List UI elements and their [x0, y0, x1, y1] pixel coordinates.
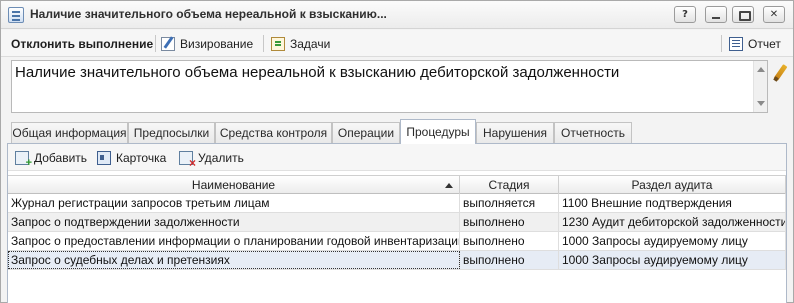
table-row[interactable]: Журнал регистрации запросов третьим лица…: [8, 194, 786, 213]
report-button[interactable]: Отчет: [729, 34, 781, 53]
cell-section: 1100 Внешние подтверждения: [559, 194, 786, 212]
tab-procedures[interactable]: Процедуры: [400, 119, 476, 144]
reject-execution-button[interactable]: Отклонить выполнение: [11, 34, 153, 53]
cell-name: Запрос о судебных делах и претензиях: [8, 251, 460, 269]
cell-name: Запрос о подтверждении задолженности: [8, 213, 460, 231]
delete-row-icon: [179, 151, 196, 170]
card-label: Карточка: [116, 151, 167, 165]
window-title: Наличие значительного объема нереальной …: [30, 7, 387, 21]
main-toolbar: Отклонить выполнение Визирование Задачи …: [1, 30, 793, 57]
reject-execution-label: Отклонить выполнение: [11, 36, 154, 51]
app-icon: [8, 7, 24, 23]
toolbar-separator: [721, 35, 722, 52]
scroll-down-icon[interactable]: [757, 101, 765, 106]
memo-scrollbar[interactable]: [753, 61, 767, 112]
cell-stage: выполнено: [460, 213, 559, 231]
procedures-panel: Добавить Карточка Удалить Наименование С…: [7, 144, 787, 303]
column-header-section[interactable]: Раздел аудита: [559, 176, 786, 194]
help-button[interactable]: ?: [674, 6, 696, 23]
tab-controls[interactable]: Средства контроля: [215, 122, 332, 143]
tasks-label: Задачи: [290, 36, 331, 51]
card-icon: [97, 151, 111, 165]
tab-operations[interactable]: Операции: [332, 122, 400, 143]
sort-ascending-icon: [445, 183, 453, 188]
memo-text: Наличие значительного объема нереальной …: [15, 64, 620, 81]
cell-stage: выполняется: [460, 194, 559, 212]
toolbar-separator: [155, 35, 156, 52]
maximize-button[interactable]: [732, 6, 754, 23]
delete-button[interactable]: Удалить: [179, 149, 244, 170]
minimize-button[interactable]: [705, 6, 727, 23]
visa-label: Визирование: [180, 36, 254, 51]
tab-reporting[interactable]: Отчетность: [554, 122, 632, 143]
column-header-stage[interactable]: Стадия: [460, 176, 559, 194]
dialog-window: Наличие значительного объема нереальной …: [0, 0, 794, 303]
toolbar-separator: [263, 35, 264, 52]
tab-prerequisites[interactable]: Предпосылки: [128, 122, 215, 143]
report-label: Отчет: [748, 36, 781, 51]
cell-stage: выполнено: [460, 251, 559, 269]
grid-toolbar: Добавить Карточка Удалить: [8, 144, 786, 171]
edit-pencil-icon[interactable]: [771, 64, 789, 82]
cell-name: Запрос о предоставлении информации о пла…: [8, 232, 460, 250]
cell-section: 1000 Запросы аудируемому лицу: [559, 251, 786, 269]
name-memo-field[interactable]: Наличие значительного объема нереальной …: [11, 60, 768, 113]
tab-bar: Общая информация Предпосылки Средства ко…: [1, 119, 793, 144]
scroll-up-icon[interactable]: [757, 67, 765, 72]
title-bar[interactable]: Наличие значительного объема нереальной …: [1, 1, 793, 29]
add-label: Добавить: [34, 151, 88, 165]
report-icon: [729, 36, 743, 51]
visa-button[interactable]: Визирование: [161, 34, 253, 53]
cell-section: 1230 Аудит дебиторской задолженности: [559, 213, 786, 231]
column-header-name-label: Наименование: [191, 178, 276, 192]
column-header-name[interactable]: Наименование: [8, 176, 460, 194]
delete-label: Удалить: [198, 151, 244, 165]
table-row-selected[interactable]: Запрос о судебных делах и претензиях вып…: [8, 251, 786, 270]
tab-violations[interactable]: Нарушения: [476, 122, 554, 143]
grid-header: Наименование Стадия Раздел аудита: [8, 175, 786, 194]
cell-section: 1000 Запросы аудируемому лицу: [559, 232, 786, 250]
cell-stage: выполнено: [460, 232, 559, 250]
table-row[interactable]: Запрос о подтверждении задолженности вып…: [8, 213, 786, 232]
clipboard-icon: [271, 36, 285, 51]
cell-name: Журнал регистрации запросов третьим лица…: [8, 194, 460, 212]
table-row[interactable]: Запрос о предоставлении информации о пла…: [8, 232, 786, 251]
add-row-icon: [15, 151, 32, 169]
tasks-button[interactable]: Задачи: [271, 34, 330, 53]
card-button[interactable]: Карточка: [97, 149, 166, 167]
add-button[interactable]: Добавить: [15, 149, 88, 169]
sign-pen-icon: [161, 36, 175, 51]
close-button[interactable]: ✕: [763, 6, 785, 23]
tab-general-info[interactable]: Общая информация: [11, 122, 128, 143]
